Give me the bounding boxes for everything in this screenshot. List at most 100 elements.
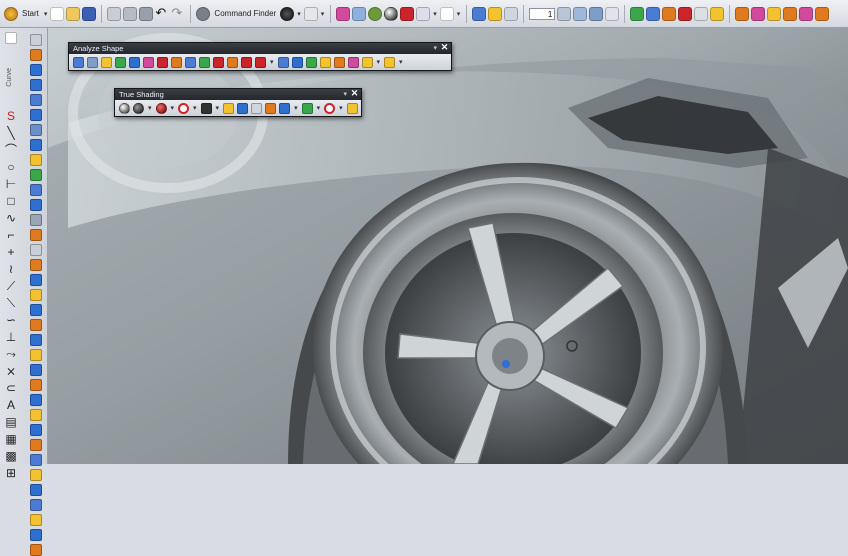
cylinder-icon[interactable] (751, 6, 766, 21)
arc-icon[interactable]: ⌒ (5, 144, 17, 157)
new-file-icon[interactable] (50, 6, 65, 21)
continuity-dropdown-icon[interactable]: ▾ (270, 58, 274, 66)
camera-icon[interactable] (279, 102, 291, 114)
body-icon[interactable] (662, 6, 677, 21)
analyze-shape-titlebar[interactable]: Analyze Shape ▾ ✕ (69, 43, 451, 54)
box-icon[interactable] (735, 6, 750, 21)
toolbar-options-icon[interactable]: ▾ (433, 43, 437, 54)
undo-icon[interactable]: ↶ (155, 6, 169, 21)
flow-analysis-icon[interactable] (255, 56, 266, 68)
material-dropdown-icon[interactable]: ▾ (148, 104, 152, 112)
more-dropdown-icon[interactable]: ▾ (377, 58, 381, 66)
command-finder-button[interactable]: Command Finder (214, 9, 276, 18)
sweep-icon[interactable] (30, 94, 42, 106)
through-curves-icon[interactable] (30, 109, 42, 121)
curvature-icon[interactable] (30, 514, 42, 526)
split-curve-icon[interactable]: ⟍ (7, 297, 15, 310)
grid-icon[interactable] (557, 6, 572, 21)
highlight-lines-icon[interactable] (199, 56, 210, 68)
true-shading-toolbar[interactable]: True Shading ▾ ✕ ▾ ▾ ▾ ▾ ▾ ▾ ▾ (114, 88, 362, 117)
offset-surface-icon[interactable] (30, 214, 42, 226)
point-icon[interactable] (605, 6, 620, 21)
reflection-icon[interactable] (30, 544, 42, 556)
bridge-curve-icon[interactable]: ∽ (6, 314, 16, 327)
curvature-graph-icon[interactable] (305, 56, 317, 68)
true-shading-titlebar[interactable]: True Shading ▾ ✕ (115, 89, 361, 100)
face-curvature-icon[interactable] (87, 56, 98, 68)
measure-icon[interactable] (694, 6, 709, 21)
render-style-dropdown-icon[interactable]: ▾ (297, 10, 301, 18)
reflection-analysis-icon[interactable] (101, 56, 112, 68)
fillet-curve-icon[interactable]: ⌐ (7, 229, 14, 242)
intersect-icon[interactable] (30, 379, 42, 391)
start-dropdown-icon[interactable]: ▾ (44, 10, 48, 18)
start-button[interactable]: Start (22, 9, 39, 18)
point-set-icon[interactable]: + (7, 246, 14, 259)
analysis-icon[interactable] (710, 6, 725, 21)
curve-continuity-icon[interactable] (241, 56, 252, 68)
wcs-orient-icon[interactable] (488, 6, 503, 21)
shell-icon[interactable] (30, 334, 42, 346)
draft-icon[interactable] (30, 319, 42, 331)
polyline-icon[interactable]: ⊢ (6, 178, 16, 191)
sketch-icon[interactable] (30, 34, 42, 46)
selection-filter-dropdown-icon[interactable]: ▾ (321, 10, 325, 18)
section-curves-icon[interactable] (185, 56, 196, 68)
copy-icon[interactable] (123, 6, 138, 21)
slope-analysis-icon[interactable] (115, 56, 126, 68)
section-analysis-icon[interactable] (30, 529, 42, 541)
sphere-icon[interactable] (783, 6, 798, 21)
material-sphere-icon[interactable] (133, 102, 144, 114)
reset-icon[interactable] (324, 102, 336, 114)
surface-continuity-icon[interactable] (227, 56, 238, 68)
curve-analysis-icon[interactable] (157, 56, 168, 68)
no-material-dropdown-icon[interactable]: ▾ (193, 104, 197, 112)
transform-icon[interactable] (30, 424, 42, 436)
section-view-icon[interactable] (416, 6, 431, 21)
block-icon[interactable] (799, 6, 814, 21)
n-sided-icon[interactable] (30, 184, 42, 196)
flatten-icon[interactable] (361, 56, 373, 68)
save-icon[interactable] (82, 6, 97, 21)
selection-filter-icon[interactable] (303, 6, 318, 21)
open-folder-icon[interactable] (66, 6, 81, 21)
snap-point-icon[interactable] (504, 6, 519, 21)
analyze-shape-toolbar[interactable]: Analyze Shape ▾ ✕ ▾ ▾ ▾ (68, 42, 452, 71)
move-face-icon[interactable] (30, 439, 42, 451)
comb-icon[interactable] (171, 56, 182, 68)
spline-icon[interactable]: S (7, 110, 15, 123)
graphics-viewport[interactable]: Analyze Shape ▾ ✕ ▾ ▾ ▾ True Shading ▾ ✕… (48, 28, 848, 464)
datum-plane-icon[interactable] (573, 6, 588, 21)
user-view-icon[interactable] (237, 102, 249, 114)
render-style-icon[interactable] (280, 6, 295, 21)
lighting-icon[interactable] (223, 102, 235, 114)
environment-dropdown-icon[interactable]: ▾ (317, 104, 321, 112)
text-curve-icon[interactable]: A (7, 399, 15, 412)
shaded-sphere-icon[interactable] (384, 6, 399, 21)
settings-icon[interactable] (384, 56, 396, 68)
paste-icon[interactable] (139, 6, 154, 21)
datum-axis-icon[interactable] (589, 6, 604, 21)
draft-analysis-icon[interactable] (143, 56, 154, 68)
image-icon[interactable]: ▩ (5, 450, 16, 463)
unite-icon[interactable] (30, 349, 42, 361)
feature-icon[interactable] (678, 6, 693, 21)
orient-view-icon[interactable] (352, 6, 367, 21)
redo-icon[interactable]: ↷ (171, 6, 185, 21)
shadow-icon[interactable] (265, 102, 277, 114)
intersect-curve-icon[interactable]: ⨯ (6, 365, 16, 378)
thickness-icon[interactable] (333, 56, 345, 68)
camera-dropdown-icon[interactable]: ▾ (294, 104, 298, 112)
deviation-icon[interactable] (30, 499, 42, 511)
examine-geometry-icon[interactable] (347, 56, 359, 68)
helix-icon[interactable]: ∿ (6, 212, 16, 225)
scale-input[interactable]: 1 (529, 7, 556, 20)
chamfer-icon[interactable] (30, 304, 42, 316)
bounded-plane-icon[interactable] (30, 169, 42, 181)
reset-dropdown-icon[interactable]: ▾ (339, 104, 343, 112)
subtract-icon[interactable] (30, 364, 42, 376)
command-finder-icon[interactable] (196, 6, 211, 21)
trim-curve-icon[interactable]: ⟋ (7, 280, 15, 293)
extension-icon[interactable] (30, 244, 42, 256)
extrude-icon[interactable] (815, 6, 830, 21)
